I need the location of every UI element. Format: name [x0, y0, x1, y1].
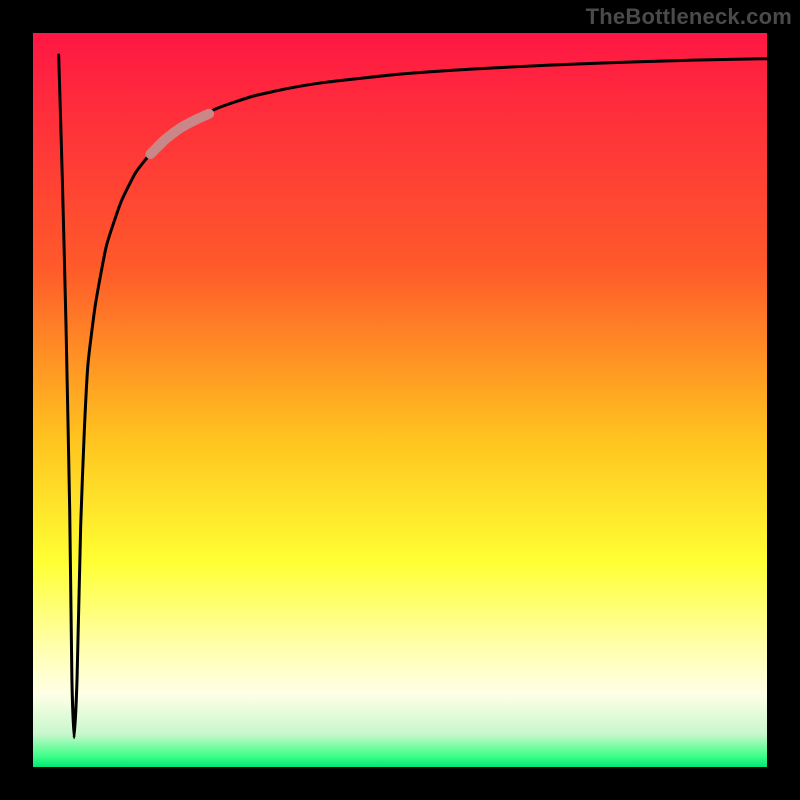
watermark-text: TheBottleneck.com	[586, 4, 792, 30]
chart-container: TheBottleneck.com	[0, 0, 800, 800]
chart-svg	[0, 0, 800, 800]
plot-background	[33, 33, 767, 767]
